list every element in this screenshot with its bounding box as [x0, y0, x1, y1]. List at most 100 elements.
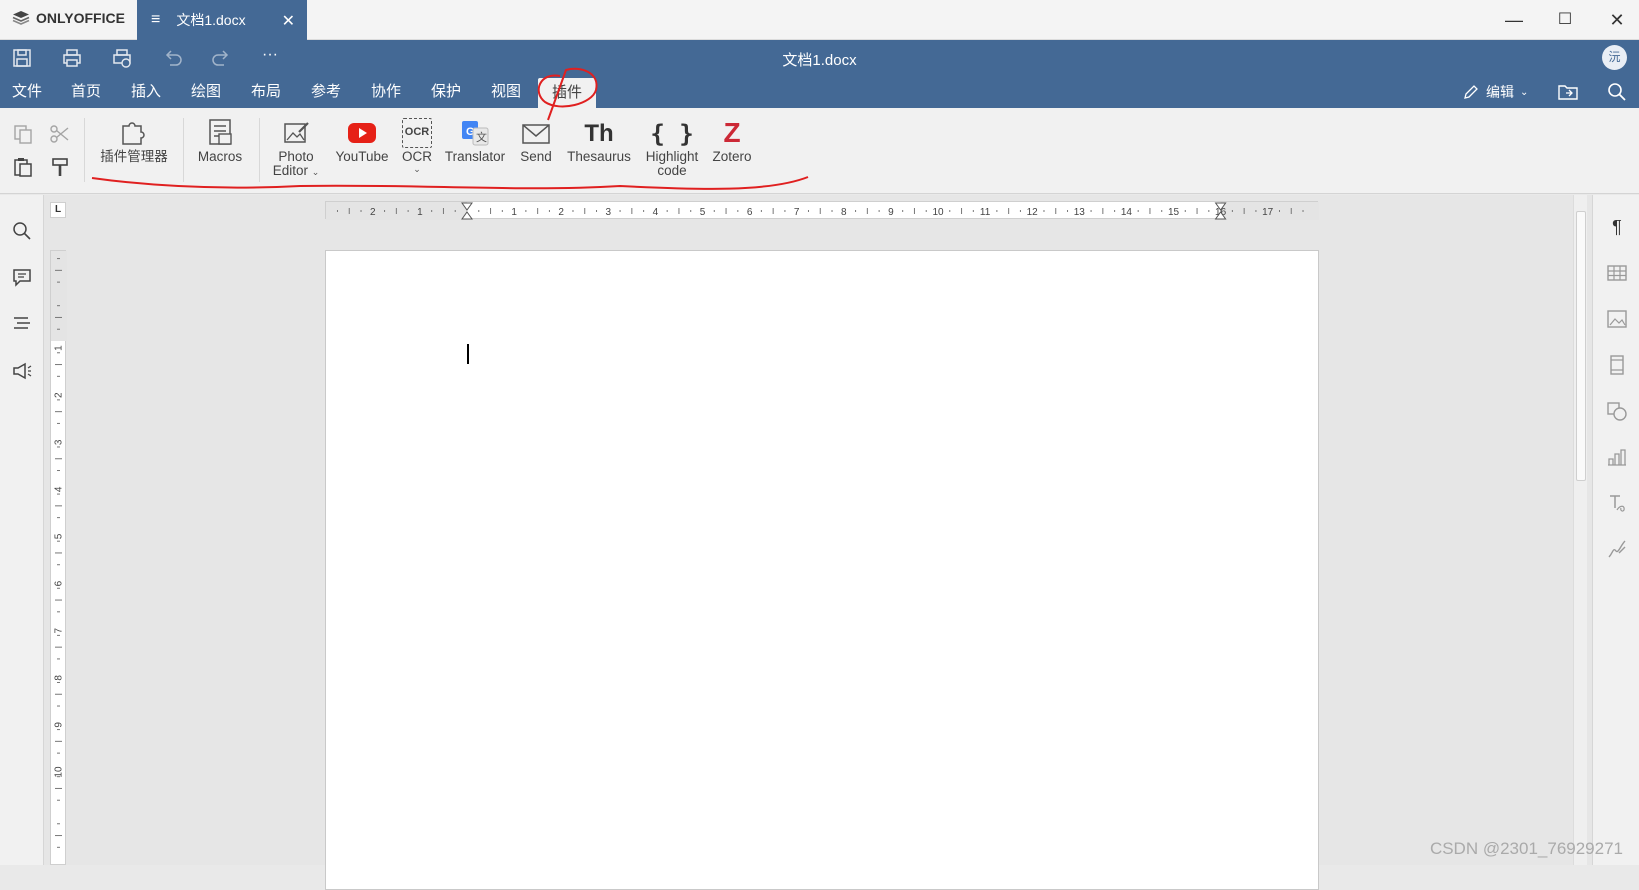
tab-insert[interactable]: 插入 [123, 76, 169, 108]
cut-icon[interactable] [48, 122, 72, 146]
text-art-icon[interactable] [1605, 491, 1629, 515]
ruler-label: 3 [54, 439, 65, 445]
chevron-down-icon: ⌄ [1520, 86, 1529, 98]
ocr-icon: OCR [402, 118, 432, 148]
ruler-label: 4 [653, 207, 659, 218]
ocr-button[interactable]: OCR OCR ⌄ [397, 108, 437, 194]
minimize-button[interactable]: — [1502, 8, 1526, 32]
macros-button[interactable]: Macros [190, 108, 250, 194]
tab-references[interactable]: 参考 [303, 76, 349, 108]
highlight-code-button[interactable]: { } Highlight code [640, 108, 704, 194]
youtube-button[interactable]: YouTube [332, 108, 392, 194]
app-logo: ONLYOFFICE [12, 10, 125, 26]
ruler-label: 3 [606, 207, 612, 218]
highlight-code-label-line2: code [657, 163, 687, 178]
photo-editor-label-line2: Editor [272, 163, 308, 178]
copy-icon[interactable] [11, 122, 35, 146]
ruler-label: 4 [54, 486, 65, 492]
title-bar: ONLYOFFICE ≡ 文档1.docx ✕ — ☐ ✕ [0, 0, 1639, 40]
tab-file[interactable]: 文件 [4, 76, 50, 108]
feedback-icon[interactable] [10, 359, 34, 383]
vertical-ruler[interactable]: 1 2 3 4 5 6 7 8 9 10 [50, 250, 67, 865]
ruler-label: 15 [1168, 207, 1180, 218]
tab-layout[interactable]: 布局 [243, 76, 289, 108]
tab-stop-selector[interactable]: L [50, 202, 66, 218]
chart-settings-icon[interactable] [1605, 445, 1629, 469]
format-painter-icon[interactable] [48, 155, 72, 179]
zotero-button[interactable]: Z Zotero [708, 108, 756, 194]
braces-icon: { } [650, 120, 694, 148]
close-window-button[interactable]: ✕ [1605, 8, 1629, 32]
document-tab[interactable]: ≡ 文档1.docx ✕ [137, 0, 307, 40]
tab-view[interactable]: 视图 [483, 76, 529, 108]
youtube-icon [348, 123, 376, 143]
search-icon[interactable] [10, 219, 34, 243]
ruler-label: 6 [54, 580, 65, 586]
tab-home[interactable]: 首页 [63, 76, 109, 108]
translator-button[interactable]: G文 Translator [440, 108, 510, 194]
image-settings-icon[interactable] [1605, 307, 1629, 331]
tab-draw[interactable]: 绘图 [183, 76, 229, 108]
photo-editor-label-line1: Photo [278, 149, 314, 164]
ruler-label: 5 [700, 207, 706, 218]
envelope-icon [522, 124, 550, 144]
tab-close-icon[interactable]: ✕ [282, 11, 295, 31]
photo-editor-icon [284, 122, 309, 143]
translator-icon: G文 [462, 121, 489, 146]
plugin-manager-button[interactable]: 插件管理器 [94, 108, 174, 194]
ruler-label: 7 [54, 627, 65, 633]
edit-mode-button[interactable]: 编辑 ⌄ [1462, 76, 1528, 108]
thesaurus-button[interactable]: Th Thesaurus [562, 108, 636, 194]
open-location-icon[interactable] [1557, 82, 1579, 102]
signature-icon[interactable] [1605, 537, 1629, 561]
ruler-label: 2 [370, 207, 376, 218]
paragraph-settings-icon[interactable]: ¶ [1605, 215, 1629, 239]
svg-text:文: 文 [476, 130, 487, 144]
document-page[interactable] [325, 250, 1319, 890]
maximize-button[interactable]: ☐ [1553, 8, 1577, 32]
right-sidebar: ¶ [1592, 195, 1639, 865]
avatar[interactable]: 沅 [1602, 45, 1627, 70]
vertical-ruler-scale: 1 2 3 4 5 6 7 8 9 10 [51, 251, 67, 848]
comment-icon[interactable] [10, 265, 34, 289]
puzzle-icon [122, 122, 145, 145]
highlight-code-label-line1: Highlight [645, 149, 699, 164]
macros-label: Macros [197, 149, 243, 164]
photo-editor-button[interactable]: Photo Editor ⌄ [268, 108, 324, 194]
ruler-label: 14 [1121, 207, 1133, 218]
shape-settings-icon[interactable] [1605, 399, 1629, 423]
ruler-label: 2 [558, 207, 564, 218]
ruler-label: 1 [54, 345, 65, 351]
youtube-label: YouTube [335, 149, 389, 164]
horizontal-ruler[interactable]: 211234567891011121314151617 [325, 201, 1319, 220]
send-button[interactable]: Send [514, 108, 558, 194]
chevron-down-icon: ⌄ [413, 164, 421, 174]
paste-icon[interactable] [11, 155, 35, 179]
table-settings-icon[interactable] [1605, 261, 1629, 285]
ruler-label: 13 [1074, 207, 1086, 218]
ocr-label: OCR [402, 149, 432, 164]
header-footer-icon[interactable] [1605, 353, 1629, 377]
app-header: ··· 文档1.docx 沅 [0, 40, 1639, 76]
hamburger-icon[interactable]: ≡ [151, 11, 160, 29]
tab-collaboration[interactable]: 协作 [363, 76, 409, 108]
vertical-scrollbar[interactable] [1573, 195, 1587, 865]
ribbon-divider [259, 118, 260, 182]
pencil-icon [1464, 85, 1478, 99]
ruler-label: 2 [54, 392, 65, 398]
tab-protection[interactable]: 保护 [423, 76, 469, 108]
ribbon-divider [183, 118, 184, 182]
scrollbar-thumb[interactable] [1576, 211, 1586, 481]
ruler-label: 12 [1027, 207, 1039, 218]
navigation-icon[interactable] [10, 312, 34, 336]
tab-plugins[interactable]: 插件 [538, 78, 596, 108]
watermark-text: CSDN @2301_76929271 [1429, 839, 1623, 858]
ribbon-divider [84, 118, 85, 182]
search-icon[interactable] [1606, 81, 1628, 103]
editor-workspace: L 211234567891011121314151617 1234567891… [0, 195, 1639, 890]
translator-label: Translator [444, 149, 506, 164]
ruler-label: 5 [54, 533, 65, 539]
ruler-label: 9 [888, 207, 894, 218]
ruler-label: 7 [794, 207, 800, 218]
zotero-icon: Z [723, 117, 741, 148]
